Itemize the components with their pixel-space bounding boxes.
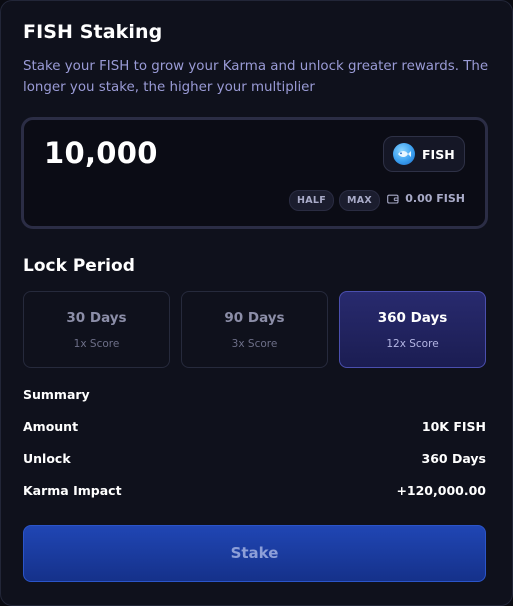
summary-value: 360 Days [421, 451, 486, 466]
lock-period-title: Lock Period [23, 256, 135, 276]
summary-value: 10K FISH [421, 419, 486, 434]
lock-option-days: 360 Days [377, 310, 448, 326]
page-title: FISH Staking [23, 21, 163, 43]
staking-panel: FISH Staking Stake your FISH to grow you… [0, 0, 513, 606]
lock-option-score: 1x Score [73, 338, 120, 350]
summary-label: Karma Impact [23, 483, 122, 498]
fish-token-icon [393, 143, 415, 165]
amount-input[interactable]: 10,000 [44, 136, 158, 170]
balance-value: 0.00 FISH [405, 192, 465, 205]
lock-option-days: 30 Days [66, 310, 127, 326]
lock-option-90-days[interactable]: 90 Days 3x Score [181, 291, 328, 368]
token-label: FISH [422, 146, 455, 162]
amount-input-box[interactable]: 10,000 FISH HALF MAX 0.00 FISH [21, 117, 488, 229]
half-button[interactable]: HALF [289, 190, 335, 211]
lock-option-360-days[interactable]: 360 Days 12x Score [339, 291, 486, 368]
stake-button[interactable]: Stake [23, 525, 486, 582]
lock-option-days: 90 Days [224, 310, 285, 326]
summary-value: +120,000.00 [396, 483, 486, 498]
summary-title: Summary [23, 387, 90, 402]
summary-row-karma-impact: Karma Impact +120,000.00 [23, 483, 486, 501]
lock-option-score: 12x Score [386, 338, 439, 350]
lock-option-score: 3x Score [231, 338, 278, 350]
token-selector[interactable]: FISH [383, 136, 465, 172]
summary-row-amount: Amount 10K FISH [23, 419, 486, 437]
wallet-balance: 0.00 FISH [387, 192, 465, 205]
page-subtitle: Stake your FISH to grow your Karma and u… [23, 59, 489, 95]
wallet-icon [387, 194, 399, 204]
max-button[interactable]: MAX [339, 190, 381, 211]
lock-option-30-days[interactable]: 30 Days 1x Score [23, 291, 170, 368]
summary-label: Amount [23, 419, 79, 434]
summary-row-unlock: Unlock 360 Days [23, 451, 486, 469]
summary-label: Unlock [23, 451, 71, 466]
